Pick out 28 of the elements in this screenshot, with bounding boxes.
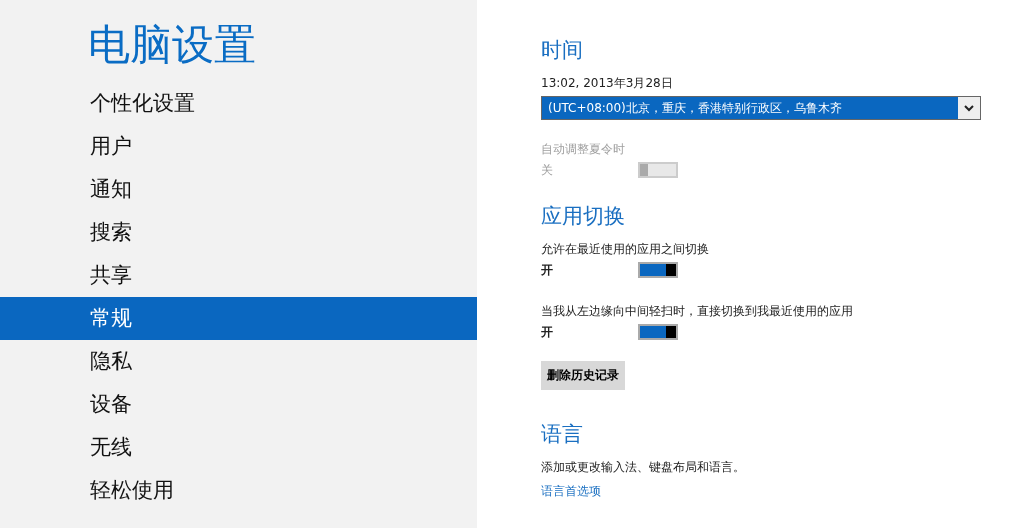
language-preferences-link[interactable]: 语言首选项	[541, 483, 601, 500]
sidebar-item[interactable]: 共享	[0, 254, 477, 297]
sidebar-item[interactable]: 用户	[0, 125, 477, 168]
sidebar-item[interactable]: 无线	[0, 426, 477, 469]
setting-label: 允许在最近使用的应用之间切换	[541, 241, 710, 258]
section-heading: 时间	[541, 37, 584, 64]
toggle-state: 关	[541, 161, 554, 179]
sidebar-item[interactable]: 个性化设置	[0, 82, 477, 125]
toggle-switch[interactable]	[638, 262, 678, 278]
page-title: 电脑设置	[87, 19, 257, 71]
section-heading: 应用切换	[541, 203, 626, 230]
sidebar-item[interactable]: 常规	[0, 297, 477, 340]
info-text: 添加或更改输入法、键盘布局和语言。	[541, 459, 746, 476]
chevron-down-icon	[964, 104, 974, 112]
setting-label: 自动调整夏令时	[541, 141, 626, 158]
sidebar-item[interactable]: 隐私	[0, 340, 477, 383]
toggle-state: 开	[541, 261, 554, 279]
sidebar-item[interactable]: 轻松使用	[0, 469, 477, 512]
sidebar-item[interactable]: 设备	[0, 383, 477, 426]
toggle-state: 开	[541, 323, 554, 341]
info-text: 13:02, 2013年3月28日	[541, 75, 674, 92]
section-heading: 语言	[541, 421, 584, 448]
sidebar-item[interactable]: 通知	[0, 168, 477, 211]
sidebar-item[interactable]: 搜索	[0, 211, 477, 254]
timezone-dropdown[interactable]: (UTC+08:00)北京，重庆，香港特别行政区，乌鲁木齐	[541, 96, 981, 120]
clear-history-button[interactable]: 删除历史记录	[541, 361, 625, 390]
setting-label: 当我从左边缘向中间轻扫时，直接切换到我最近使用的应用	[541, 303, 854, 320]
toggle-switch[interactable]	[638, 324, 678, 340]
